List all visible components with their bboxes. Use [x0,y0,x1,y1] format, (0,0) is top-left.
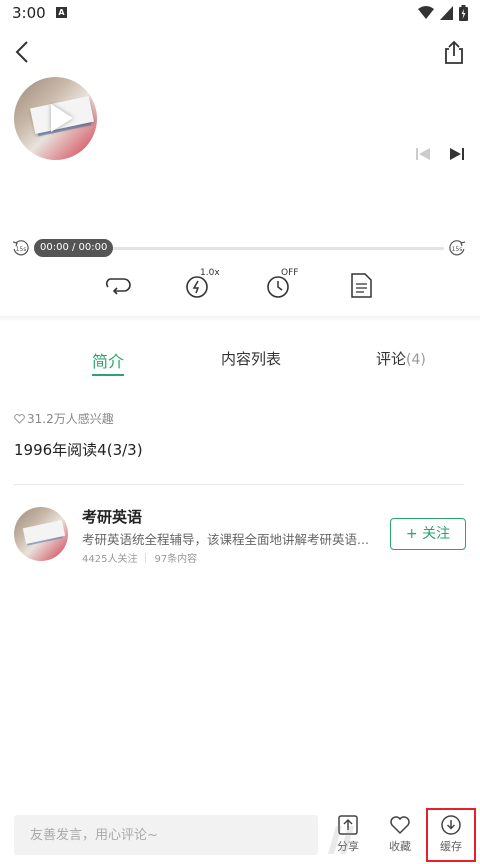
speed-button[interactable]: 1.0x [183,268,220,302]
interest-text: 31.2万人感兴趣 [27,412,114,426]
skip-back-button[interactable]: 15s [12,239,30,257]
album-name: 考研英语 [82,508,143,526]
wifi-icon [418,6,434,19]
divider [14,484,464,485]
document-icon [351,273,372,298]
episode-title: 1996年阅读4(3/3) [14,441,143,459]
bottom-bar: 分享 收藏 缓存 [0,806,480,864]
album-card[interactable]: 考研英语 考研英语统全程辅导，该课程全面地讲解考研英语... 4425人关注 9… [14,505,466,569]
next-track-button[interactable] [448,146,466,162]
loop-button[interactable] [102,270,136,302]
skip-back-icon: 15s [12,240,29,256]
tab-intro[interactable]: 简介 [92,348,124,372]
album-cover[interactable] [14,77,97,160]
skip-forward-icon: 15s [449,240,466,256]
status-icons [418,5,468,21]
album-description: 考研英语统全程辅导，该课程全面地讲解考研英语... [82,532,369,547]
speed-label: 1.0x [200,268,220,278]
heart-outline-icon [14,413,25,424]
comment-count: (4) [406,352,426,368]
section-divider [0,316,480,322]
sleep-timer-button[interactable]: OFF [264,268,299,302]
svg-text:15s: 15s [16,246,27,253]
active-tab-indicator [92,374,124,376]
meta-separator [145,552,147,563]
top-bar [0,32,480,72]
progress-row: 15s 00:00 / 00:00 15s [0,236,480,260]
favorite-button[interactable]: 收藏 [378,812,422,860]
status-bar: 3:00 A [0,0,480,26]
svg-text:15s: 15s [452,246,463,253]
heart-icon [390,816,410,835]
player-controls: 1.0x OFF [0,268,480,304]
content-count: 97条内容 [154,554,198,565]
tab-comments[interactable]: 评论(4) [376,348,426,369]
loop-icon [105,278,131,295]
album-thumbnail[interactable] [14,507,68,561]
status-time: 3:00 [12,4,46,22]
previous-track-button[interactable] [414,146,432,162]
progress-time-display[interactable]: 00:00 / 00:00 [34,239,114,257]
share-top-button[interactable] [440,38,468,66]
watermark-logo [328,826,354,854]
signal-icon [440,6,453,20]
favorite-label: 收藏 [389,840,411,853]
follower-count: 4425人关注 [82,554,138,565]
comment-input[interactable] [14,815,318,855]
tab-bar: 简介 内容列表 评论(4) [0,340,480,380]
album-meta: 4425人关注 97条内容 [82,550,197,565]
share-icon [445,40,463,64]
battery-icon [459,5,468,21]
notification-icon: A [56,7,67,18]
tab-content-list[interactable]: 内容列表 [221,348,281,369]
play-icon[interactable] [51,104,73,132]
back-arrow-icon [15,41,28,63]
transcript-button[interactable] [346,270,380,302]
highlight-box [426,808,476,862]
back-button[interactable] [10,38,38,66]
tab-comments-label: 评论 [376,350,407,368]
next-icon [450,148,464,160]
previous-icon [416,148,430,160]
skip-forward-button[interactable]: 15s [448,239,466,257]
timer-label: OFF [281,268,299,278]
follow-button[interactable]: + 关注 [390,518,466,550]
interest-count: 31.2万人感兴趣 [14,410,114,427]
